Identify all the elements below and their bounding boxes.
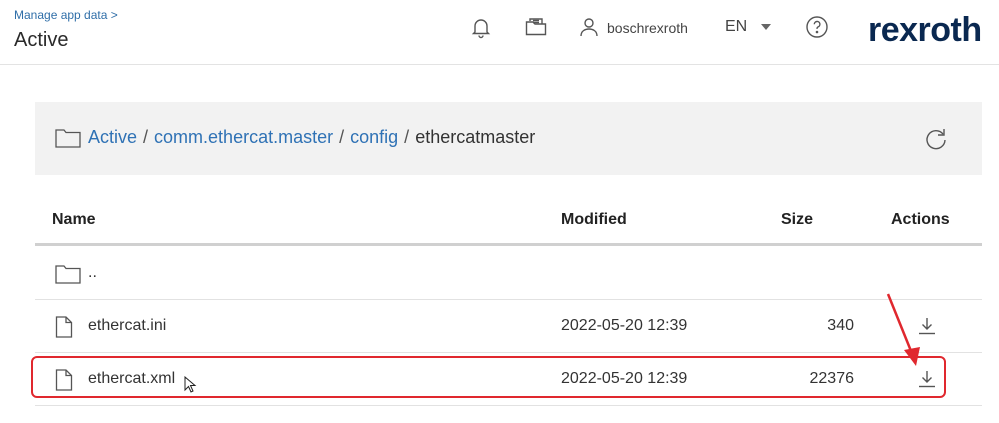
file-size: 340 (827, 317, 854, 334)
folder-icon (55, 129, 81, 148)
breadcrumb-manage-app-data[interactable]: Manage app data > (14, 8, 118, 22)
page-title: Active (14, 29, 69, 51)
chevron-down-icon[interactable] (761, 24, 771, 30)
breadcrumb-active[interactable]: Active (88, 127, 137, 147)
table-header-divider (35, 243, 982, 246)
file-name[interactable]: ethercat.ini (88, 317, 166, 335)
breadcrumb-config[interactable]: config (350, 127, 398, 147)
user-icon[interactable] (577, 15, 601, 39)
file-size: 22376 (809, 370, 855, 387)
download-icon[interactable] (916, 368, 938, 390)
modified-date: 2022-05-20 12:39 (561, 370, 688, 387)
modified-date: 2022-05-20 12:39 (561, 317, 688, 334)
breadcrumb-comm-ethercat-master[interactable]: comm.ethercat.master (154, 127, 333, 147)
breadcrumb: Active / comm.ethercat.master / config / ether… (88, 127, 535, 148)
bell-icon[interactable] (469, 15, 493, 39)
file-icon (55, 316, 73, 338)
file-name[interactable]: .. (88, 264, 97, 282)
breadcrumb-separator: / (339, 127, 345, 147)
folder-open-icon[interactable] (524, 15, 548, 39)
column-header-modified[interactable]: Modified (561, 211, 627, 229)
file-name[interactable]: ethercat.xml (88, 370, 175, 388)
download-icon[interactable] (916, 315, 938, 337)
table-row[interactable]: ethercat.xml 2022-05-20 12:39 22376 (35, 353, 982, 406)
column-header-actions: Actions (891, 211, 950, 228)
table-row-parent-folder[interactable]: .. (35, 247, 982, 300)
app-header: Manage app data > Active boschrexroth EN… (0, 0, 999, 65)
column-header-name[interactable]: Name (52, 211, 96, 229)
rexroth-logo: rexroth (868, 11, 982, 49)
folder-icon (55, 265, 81, 284)
path-bar: Active / comm.ethercat.master / config / ether… (35, 102, 982, 175)
language-select[interactable]: EN (725, 18, 747, 36)
column-header-size[interactable]: Size (781, 211, 813, 229)
breadcrumb-separator: / (404, 127, 410, 147)
table-row[interactable]: ethercat.ini 2022-05-20 12:39 340 (35, 300, 982, 353)
file-icon (55, 369, 73, 391)
help-icon[interactable] (805, 15, 829, 39)
refresh-icon[interactable] (923, 126, 949, 152)
breadcrumb-separator: / (143, 127, 149, 147)
breadcrumb-current: ethercatmaster (415, 127, 536, 147)
username[interactable]: boschrexroth (607, 20, 688, 36)
